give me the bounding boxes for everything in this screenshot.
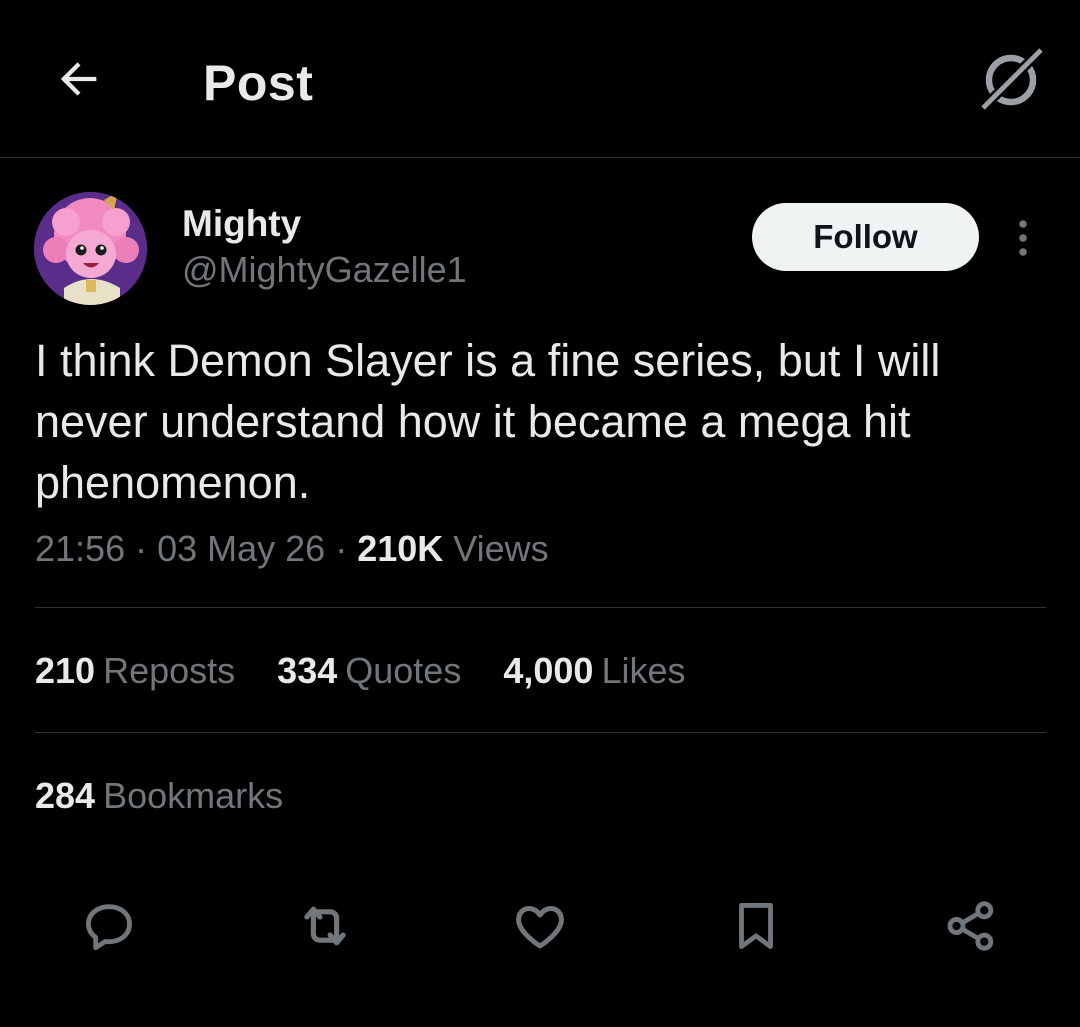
quotes-stat[interactable]: 334 Quotes xyxy=(277,650,461,692)
grok-button[interactable] xyxy=(975,44,1047,116)
divider xyxy=(35,732,1046,733)
divider xyxy=(35,607,1046,608)
reposts-count: 210 xyxy=(35,650,96,691)
likes-count: 4,000 xyxy=(503,650,594,691)
like-button[interactable] xyxy=(507,893,573,959)
bookmarks-stat[interactable]: 284 Bookmarks xyxy=(35,775,283,817)
arrow-left-icon xyxy=(60,62,97,96)
more-options-button[interactable] xyxy=(1003,210,1043,266)
likes-label: Likes xyxy=(601,650,686,691)
meta-separator: · xyxy=(125,528,158,569)
bookmark-button[interactable] xyxy=(723,893,789,959)
bookmarks-label: Bookmarks xyxy=(103,775,284,816)
bookmark-icon xyxy=(739,903,773,949)
avatar-image xyxy=(34,192,147,305)
avatar[interactable] xyxy=(34,192,147,305)
quotes-label: Quotes xyxy=(345,650,462,691)
likes-stat[interactable]: 4,000 Likes xyxy=(503,650,685,692)
like-icon xyxy=(516,906,564,949)
share-icon xyxy=(947,901,994,951)
meta-separator: · xyxy=(325,528,358,569)
more-vertical-icon xyxy=(1019,220,1027,256)
views-count: 210K xyxy=(357,528,444,569)
reply-icon xyxy=(86,904,132,951)
engagement-stats: 210 Reposts 334 Quotes 4,000 Likes xyxy=(35,650,717,692)
tweet-date[interactable]: 03 May 26 xyxy=(157,528,325,569)
follow-button[interactable]: Follow xyxy=(752,203,979,271)
author-display-name[interactable]: Mighty xyxy=(182,203,301,245)
tweet-time[interactable]: 21:56 xyxy=(35,528,125,569)
views-label: Views xyxy=(453,528,549,569)
reposts-label: Reposts xyxy=(103,650,236,691)
quotes-count: 334 xyxy=(277,650,338,691)
author-handle[interactable]: @MightyGazelle1 xyxy=(182,249,467,291)
bookmarks-count: 284 xyxy=(35,775,96,816)
repost-icon xyxy=(304,906,346,946)
post-detail-page: Post Mighty @MightyGazelle1 Follow I thi… xyxy=(0,0,1080,1027)
page-title: Post xyxy=(203,55,314,111)
repost-button[interactable] xyxy=(292,893,358,959)
reply-button[interactable] xyxy=(76,893,142,959)
grok-icon xyxy=(979,46,1045,112)
reposts-stat[interactable]: 210 Reposts xyxy=(35,650,235,692)
top-bar: Post xyxy=(0,0,1080,158)
share-button[interactable] xyxy=(938,893,1004,959)
tweet-text: I think Demon Slayer is a fine series, b… xyxy=(35,335,941,508)
tweet-meta: 21:56 · 03 May 26 · 210K Views xyxy=(35,528,549,570)
back-button[interactable] xyxy=(50,50,108,108)
